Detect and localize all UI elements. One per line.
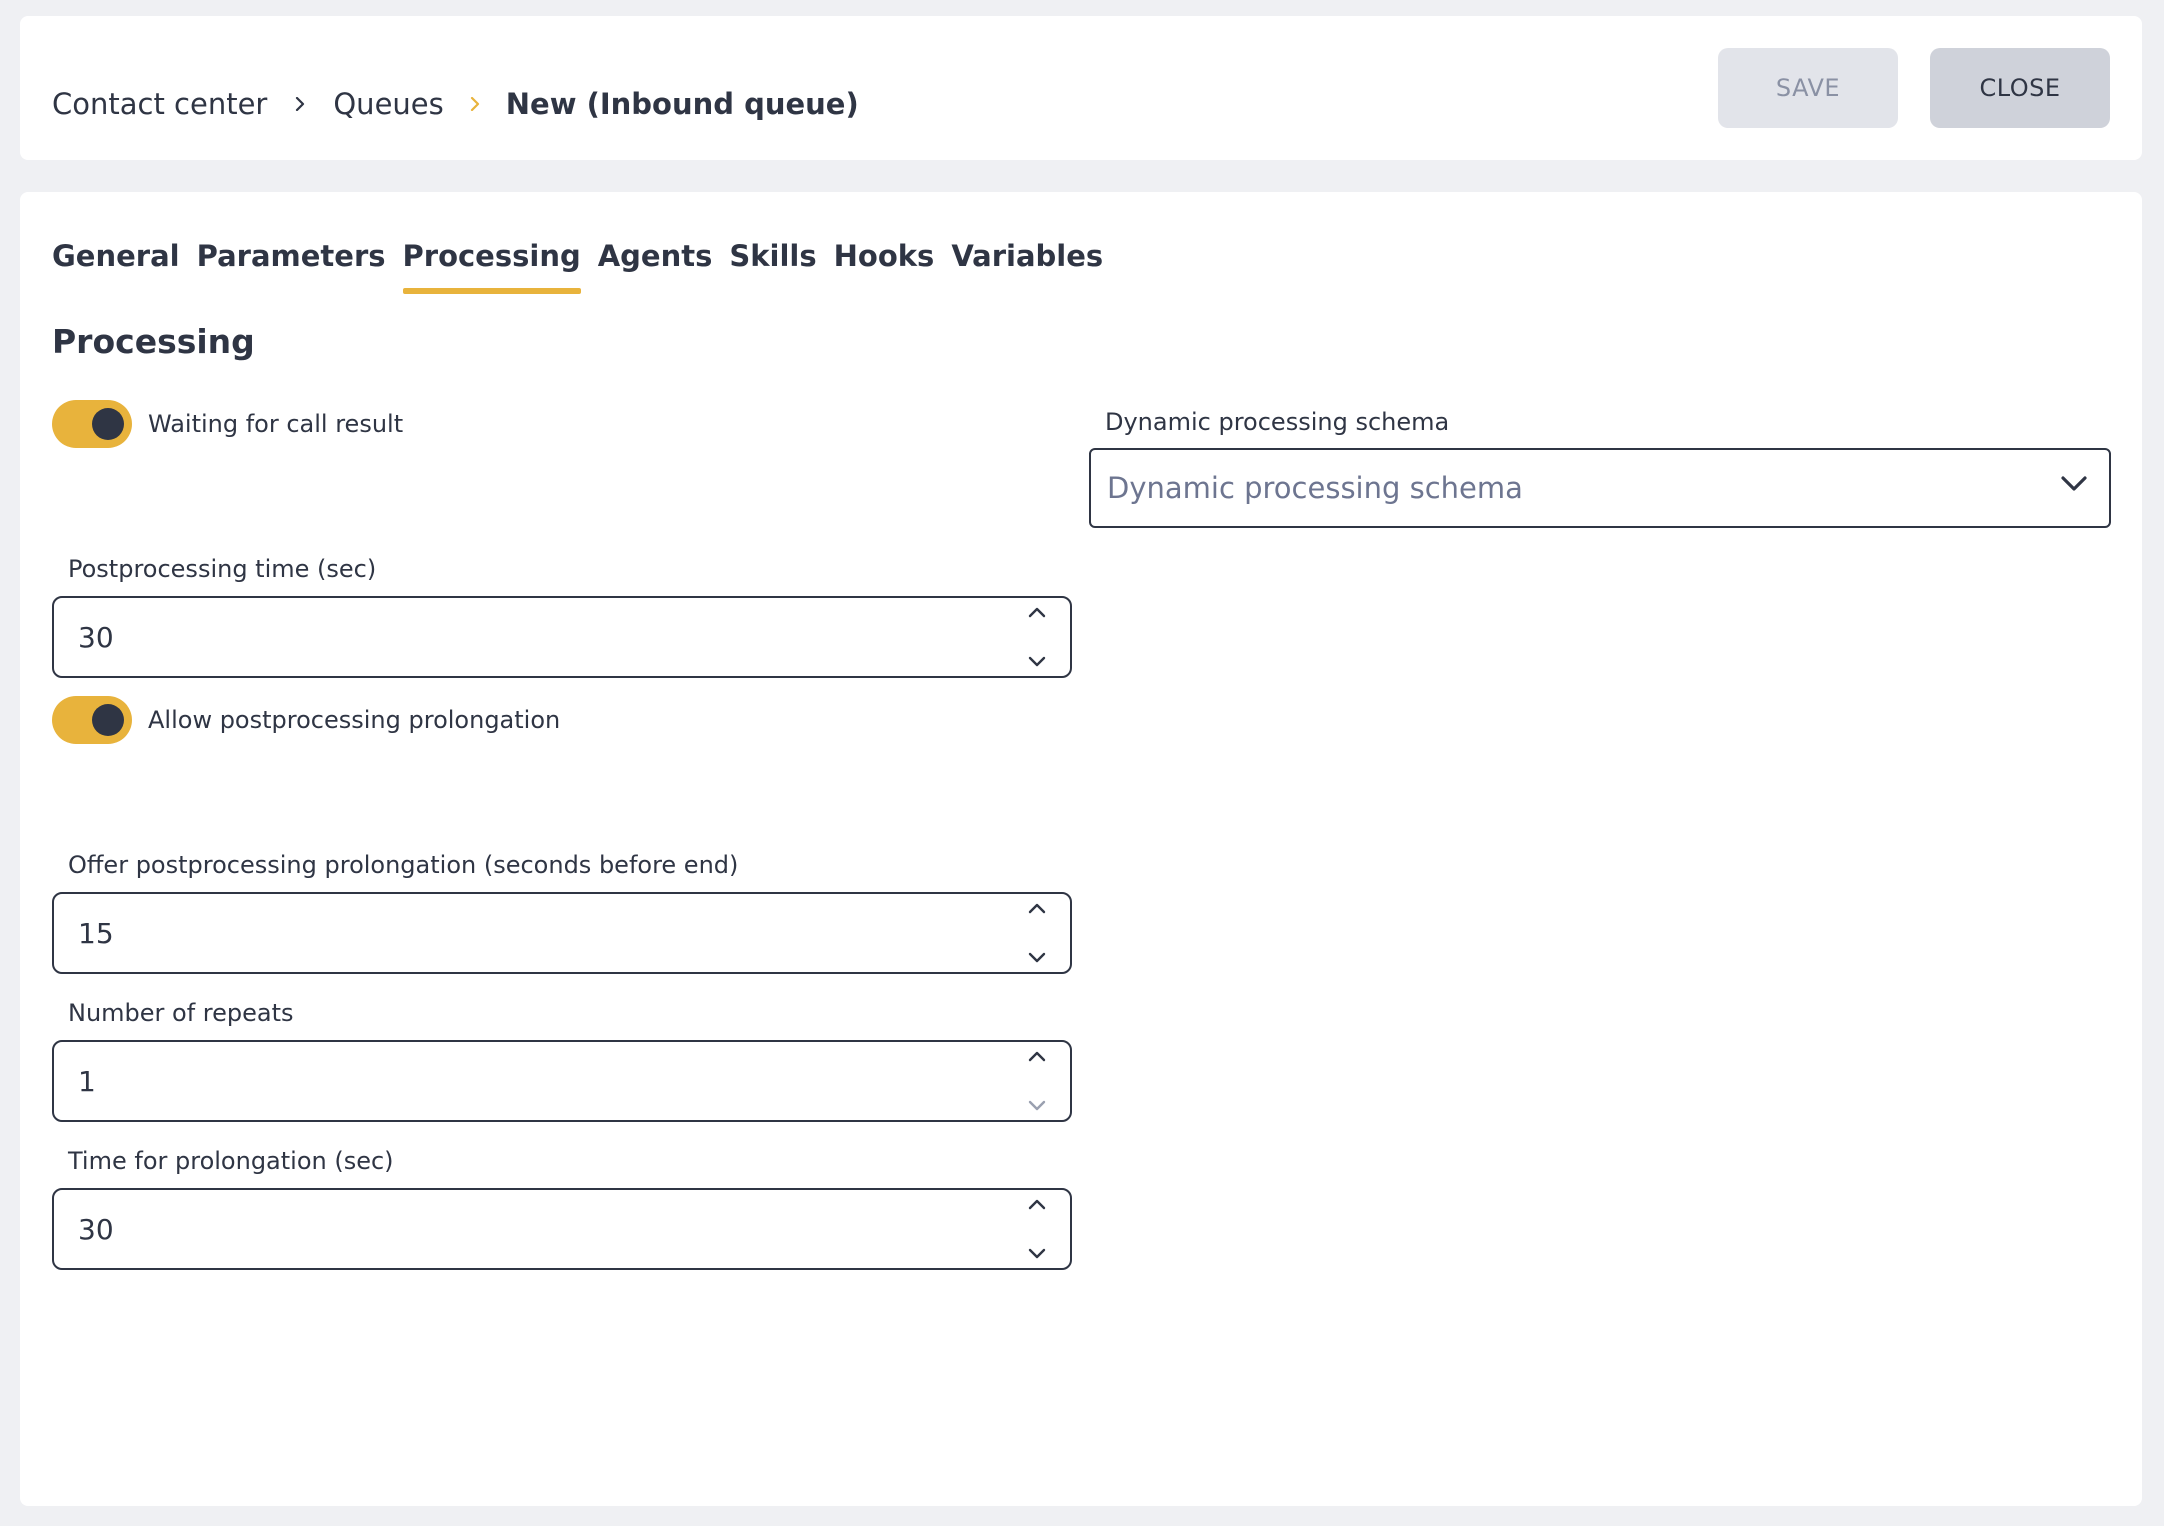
dynamic-schema-placeholder: Dynamic processing schema (1107, 471, 1523, 505)
chevron-up-icon[interactable] (1028, 1198, 1046, 1210)
offer-prolongation-input[interactable]: 15 (52, 892, 1072, 974)
chevron-down-icon[interactable] (1028, 656, 1046, 668)
breadcrumb-current: New (Inbound queue) (505, 87, 859, 121)
chevron-right-icon (470, 97, 479, 111)
offer-prolongation-value: 15 (78, 916, 114, 950)
number-stepper (1022, 902, 1052, 964)
main-panel: General Parameters Processing Agents Ski… (20, 192, 2142, 1506)
breadcrumb: Contact center Queues New (Inbound queue… (52, 86, 859, 122)
tab-general[interactable]: General (52, 228, 180, 284)
allow-prolongation-toggle[interactable] (52, 696, 132, 744)
prolongation-time-input[interactable]: 30 (52, 1188, 1072, 1270)
prolongation-time-label: Time for prolongation (sec) (68, 1147, 394, 1175)
chevron-up-icon[interactable] (1028, 902, 1046, 914)
allow-prolongation-label: Allow postprocessing prolongation (148, 706, 561, 734)
chevron-down-icon (2061, 476, 2087, 491)
chevron-down-icon[interactable] (1028, 952, 1046, 964)
waiting-for-call-result-row: Waiting for call result (52, 400, 403, 448)
dynamic-schema-select[interactable]: Dynamic processing schema (1089, 448, 2111, 528)
number-stepper (1022, 1050, 1052, 1112)
breadcrumb-queues[interactable]: Queues (333, 86, 443, 122)
postprocessing-time-label: Postprocessing time (sec) (68, 555, 377, 583)
toggle-knob (92, 704, 124, 736)
number-stepper (1022, 1198, 1052, 1260)
postprocessing-time-value: 30 (78, 620, 114, 654)
dynamic-schema-label: Dynamic processing schema (1105, 408, 1450, 436)
chevron-down-icon[interactable] (1028, 1248, 1046, 1260)
chevron-up-icon[interactable] (1028, 606, 1046, 618)
close-button[interactable]: CLOSE (1930, 48, 2110, 128)
repeats-input[interactable]: 1 (52, 1040, 1072, 1122)
postprocessing-time-input[interactable]: 30 (52, 596, 1072, 678)
tab-processing[interactable]: Processing (402, 228, 581, 294)
chevron-up-icon[interactable] (1028, 1050, 1046, 1062)
chevron-down-icon (1028, 1100, 1046, 1111)
header-bar: Contact center Queues New (Inbound queue… (20, 16, 2142, 160)
tab-bar: General Parameters Processing Agents Ski… (52, 228, 1120, 294)
waiting-for-call-result-label: Waiting for call result (148, 410, 404, 438)
section-title: Processing (52, 322, 255, 361)
chevron-right-icon (296, 97, 305, 111)
number-stepper (1022, 606, 1052, 668)
allow-prolongation-row: Allow postprocessing prolongation (52, 696, 560, 744)
prolongation-time-value: 30 (78, 1212, 114, 1246)
breadcrumb-contact-center[interactable]: Contact center (52, 86, 267, 122)
repeats-value: 1 (78, 1064, 96, 1098)
tab-parameters[interactable]: Parameters (197, 228, 386, 284)
save-button[interactable]: SAVE (1718, 48, 1898, 128)
tab-variables[interactable]: Variables (951, 228, 1103, 284)
toggle-knob (92, 408, 124, 440)
repeats-label: Number of repeats (68, 999, 294, 1027)
offer-prolongation-label: Offer postprocessing prolongation (secon… (68, 851, 739, 879)
tab-hooks[interactable]: Hooks (834, 228, 935, 284)
tab-agents[interactable]: Agents (598, 228, 713, 284)
waiting-for-call-result-toggle[interactable] (52, 400, 132, 448)
tab-skills[interactable]: Skills (729, 228, 816, 284)
